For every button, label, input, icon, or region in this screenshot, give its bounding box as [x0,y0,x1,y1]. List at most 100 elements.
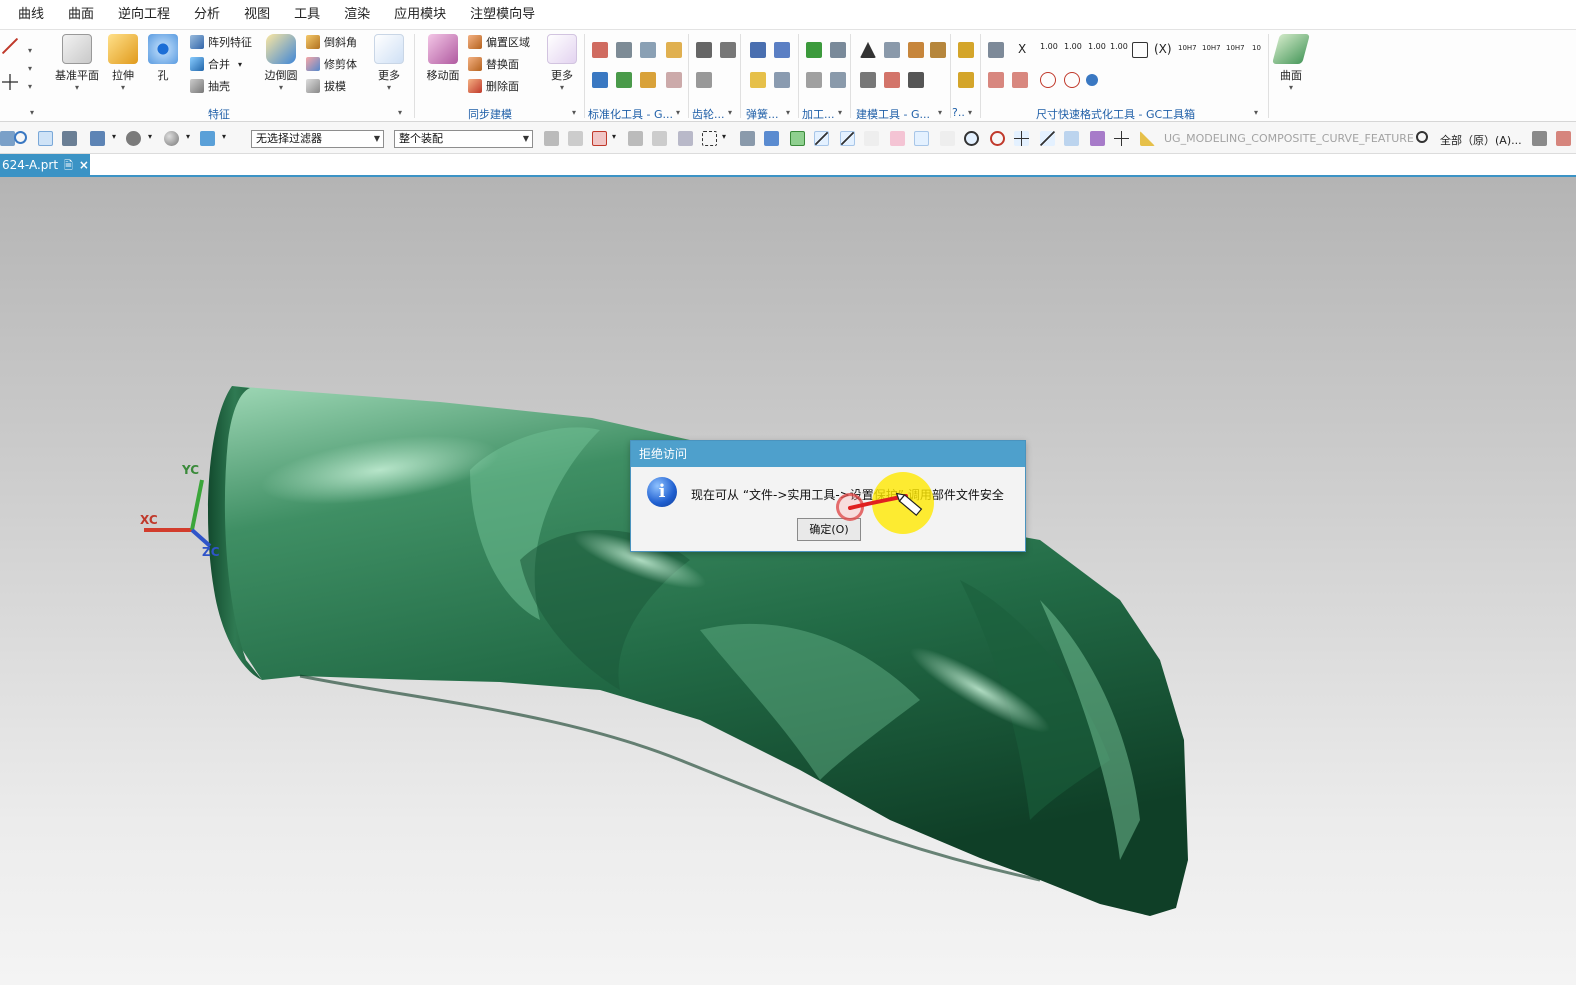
dim-label-10[interactable]: 10 [1252,44,1261,52]
triangle-icon[interactable] [860,42,876,58]
sphere-icon[interactable] [164,131,179,146]
replace-face-button[interactable]: 替换面 [468,56,519,72]
surface-button[interactable]: 曲面 ▾ [1271,34,1311,92]
menu-analysis[interactable]: 分析 [182,0,232,30]
modeling-tools-group-label[interactable]: 建模工具 - G... [856,106,930,122]
gear-icon-1[interactable] [696,42,712,58]
shell-button[interactable]: 抽壳 [190,78,230,94]
dim-tool-icon-3[interactable] [1012,72,1028,88]
face-point-icon[interactable] [1064,131,1079,146]
line-icon[interactable] [2,38,18,54]
ruler-icon[interactable] [1140,131,1155,146]
std-tool-icon-3[interactable] [640,42,656,58]
cube-icon[interactable] [764,131,779,146]
pattern-feature-button[interactable]: 阵列特征 [190,34,252,50]
menu-curve[interactable]: 曲线 [6,0,56,30]
tab-part-file[interactable]: 624-A.prt 🗎 × [0,154,90,177]
snap-icon[interactable] [200,131,215,146]
dim-format-group-label[interactable]: 尺寸快速格式化工具 - GC工具箱 [1036,106,1195,122]
machining-icon-4[interactable] [830,72,846,88]
dim-label-3[interactable]: 1.00 [1088,42,1106,51]
menu-tools[interactable]: 工具 [282,0,332,30]
dim-tool-icon-1[interactable] [988,42,1004,58]
diameter-icon-2[interactable] [1064,72,1080,88]
menu-application[interactable]: 应用模块 [382,0,458,30]
snap-tool-icon-4[interactable] [628,131,643,146]
center-point-icon[interactable] [964,131,979,146]
dim-label-1[interactable]: 1.00 [1040,42,1058,51]
shade-icon[interactable] [126,131,141,146]
rectangle-select-icon[interactable] [702,131,717,146]
ruler-tool-icon[interactable] [1556,131,1571,146]
snap-face-icon[interactable] [1090,131,1105,146]
dim-paren-x-label[interactable]: (X) [1154,42,1172,56]
perpendicular-icon[interactable] [940,131,955,146]
modeling-tool-icon-4[interactable] [930,42,946,58]
sync-more-button[interactable]: 更多 ▾ [544,34,580,92]
curve-icon[interactable] [864,131,879,146]
edge-blend-button[interactable]: 边倒圆 ▾ [260,34,302,92]
dim-label-10h7-2[interactable]: 10H7 [1202,44,1221,52]
chamfer-button[interactable]: 倒斜角 [306,34,357,50]
spline-icon-1[interactable] [890,131,905,146]
snap-tool-icon-2[interactable] [568,131,583,146]
modeling-tool-icon-3[interactable] [908,42,924,58]
snap-point-icon-1[interactable] [790,131,805,146]
modeling-tool-icon-7[interactable] [908,72,924,88]
spring-icon-3[interactable] [750,72,766,88]
select-icon[interactable] [0,131,15,146]
assembly-scope-select[interactable]: 整个装配 ▼ [394,130,533,148]
feature-more-button[interactable]: 更多 ▾ [370,34,408,92]
close-icon[interactable]: × [79,154,89,177]
magnet-icon[interactable] [1416,131,1428,143]
diameter-icon-1[interactable] [1040,72,1056,88]
dim-x-label[interactable]: X [1018,42,1026,56]
crosshair-icon[interactable] [1014,131,1029,146]
snap-tool-icon-6[interactable] [678,131,693,146]
machining-icon-2[interactable] [830,42,846,58]
menu-render[interactable]: 渲染 [332,0,382,30]
plus-icon[interactable] [1114,131,1129,146]
layer-icon[interactable] [1532,131,1547,146]
move-face-button[interactable]: 移动面 [422,34,464,83]
menu-reverse-engineering[interactable]: 逆向工程 [106,0,182,30]
unite-button[interactable]: 合并 ▾ [190,56,242,72]
add-point-icon[interactable] [592,131,607,146]
std-tool-icon-6[interactable] [616,72,632,88]
menu-mold-wizard[interactable]: 注塑模向导 [458,0,547,30]
std-tool-icon-4[interactable] [666,42,682,58]
snap-line-icon-2[interactable] [840,131,855,146]
misc-group-label[interactable]: ?.. [952,106,965,119]
spring-icon-2[interactable] [774,42,790,58]
extrude-button[interactable]: 拉伸 ▾ [104,34,142,92]
grid-icon[interactable] [90,131,105,146]
snap-tool-icon-5[interactable] [652,131,667,146]
spring-icon-1[interactable] [750,42,766,58]
trim-body-button[interactable]: 修剪体 [306,56,357,72]
box-x-icon[interactable] [1132,42,1148,58]
dim-label-10h7-1[interactable]: 10H7 [1178,44,1197,52]
gear-icon-3[interactable] [696,72,712,88]
spring-icon-4[interactable] [774,72,790,88]
menu-surface[interactable]: 曲面 [56,0,106,30]
std-tool-icon-1[interactable] [592,42,608,58]
std-tools-group-label[interactable]: 标准化工具 - G... [588,106,673,122]
snap-line-icon-1[interactable] [814,131,829,146]
graphics-viewport[interactable]: XC YC ZC [0,177,1576,985]
snap-tool-icon-1[interactable] [544,131,559,146]
std-tool-icon-8[interactable] [666,72,682,88]
dim-label-4[interactable]: 1.00 [1110,42,1128,51]
dim-tool-icon-2[interactable] [988,72,1004,88]
hole-button[interactable]: 孔 [146,34,180,83]
dim-label-10h7-3[interactable]: 10H7 [1226,44,1245,52]
modeling-tool-icon-6[interactable] [884,72,900,88]
misc-icon-1[interactable] [958,42,974,58]
handle-model-3d[interactable] [0,177,1576,985]
gear-group-label[interactable]: 齿轮... [692,106,725,122]
snap-line-icon-3[interactable] [1040,131,1055,146]
delete-face-button[interactable]: 删除面 [468,78,519,94]
dim-label-2[interactable]: 1.00 [1064,42,1082,51]
refresh-icon[interactable] [14,131,27,144]
machining-icon-3[interactable] [806,72,822,88]
std-tool-icon-5[interactable] [592,72,608,88]
